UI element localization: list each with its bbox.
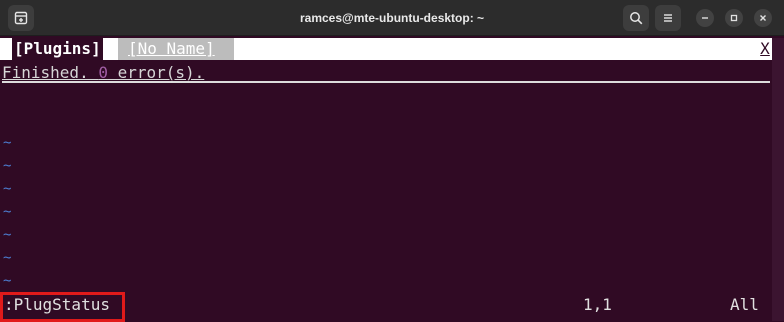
minimize-button[interactable] xyxy=(696,9,714,27)
maximize-button[interactable] xyxy=(725,9,743,27)
separator-line xyxy=(2,81,770,83)
empty-line-marker: ~ xyxy=(3,227,12,243)
status-suffix: error(s). xyxy=(107,63,205,82)
tab-no-name[interactable]: [No Name] xyxy=(118,38,234,60)
scrollbar[interactable] xyxy=(772,38,784,321)
tab-close-button[interactable]: X xyxy=(758,38,772,60)
new-tab-icon xyxy=(14,11,28,25)
title-bar: ramces@mte-ubuntu-desktop: ~ xyxy=(0,0,784,36)
hamburger-menu-icon xyxy=(664,14,672,22)
tab-plugins[interactable]: [Plugins] xyxy=(12,38,103,60)
terminal-window: ramces@mte-ubuntu-desktop: ~ [Plugins] [… xyxy=(0,0,784,322)
close-icon xyxy=(760,15,766,21)
new-tab-button[interactable] xyxy=(8,5,34,31)
empty-line-marker: ~ xyxy=(3,135,12,151)
empty-line-marker: ~ xyxy=(3,250,12,266)
plug-status-message: Finished. 0 error(s). xyxy=(2,63,204,83)
empty-line-marker: ~ xyxy=(3,204,12,220)
search-icon xyxy=(630,12,643,25)
vim-command-line[interactable]: :PlugStatus xyxy=(2,294,124,316)
empty-line-marker: ~ xyxy=(3,158,12,174)
cursor-position: 1,1 xyxy=(583,295,612,314)
menu-button[interactable] xyxy=(655,5,681,31)
empty-line-marker: ~ xyxy=(3,181,12,197)
maximize-icon xyxy=(730,14,738,22)
terminal-content[interactable]: [Plugins] [No Name] X Finished. 0 error(… xyxy=(0,37,784,322)
status-prefix: Finished. xyxy=(2,63,99,82)
empty-line-marker: ~ xyxy=(3,273,12,289)
error-count: 0 xyxy=(98,63,108,82)
minimize-icon xyxy=(702,17,708,19)
vim-tabline: [Plugins] [No Name] X xyxy=(0,38,772,60)
scroll-position: All xyxy=(730,295,759,314)
close-button[interactable] xyxy=(754,9,772,27)
search-button[interactable] xyxy=(623,5,649,31)
